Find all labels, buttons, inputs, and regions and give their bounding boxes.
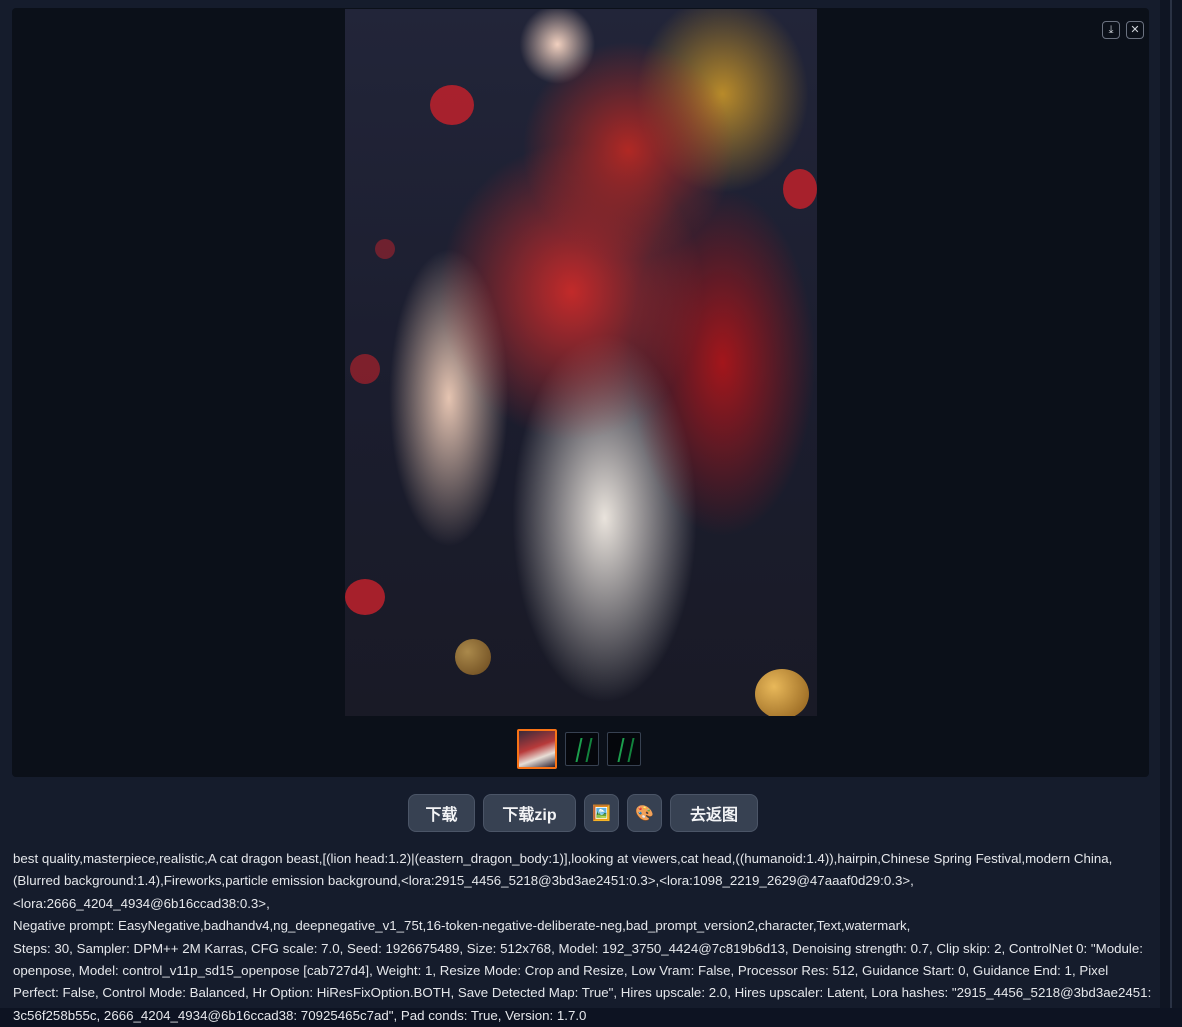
output-panel: ⤓ ✕ 下载 下载zip 🖼️ 🎨 去返图 best quality,maste… (0, 0, 1161, 1023)
negative-prompt-text: Negative prompt: EasyNegative,badhandv4,… (13, 918, 911, 934)
scrollbar-rail (1170, 0, 1172, 1008)
page-scrollbar[interactable] (1160, 0, 1182, 1008)
send-to-inpaint-icon[interactable]: 🎨 (627, 794, 662, 832)
parameters-text: Steps: 30, Sampler: DPM++ 2M Karras, CFG… (13, 940, 1152, 1023)
thumbnail-openpose-1[interactable] (565, 732, 599, 766)
close-icon[interactable]: ✕ (1126, 21, 1144, 39)
thumbnail-generated-image[interactable] (517, 729, 557, 769)
download-button[interactable]: 下载 (408, 794, 475, 832)
image-gallery: ⤓ ✕ (12, 8, 1149, 777)
send-to-img2img-icon[interactable]: 🖼️ (584, 794, 619, 832)
thumbnail-strip (517, 729, 641, 769)
action-buttons: 下载 下载zip 🖼️ 🎨 去返图 (408, 794, 758, 832)
prompt-text: best quality,masterpiece,realistic,A cat… (13, 851, 1113, 911)
download-icon[interactable]: ⤓ (1102, 21, 1120, 39)
generation-info: best quality,masterpiece,realistic,A cat… (13, 848, 1153, 1027)
thumbnail-openpose-2[interactable] (607, 732, 641, 766)
download-zip-button[interactable]: 下载zip (483, 794, 576, 832)
generated-image-preview[interactable] (345, 9, 817, 716)
go-back-button[interactable]: 去返图 (670, 794, 758, 832)
